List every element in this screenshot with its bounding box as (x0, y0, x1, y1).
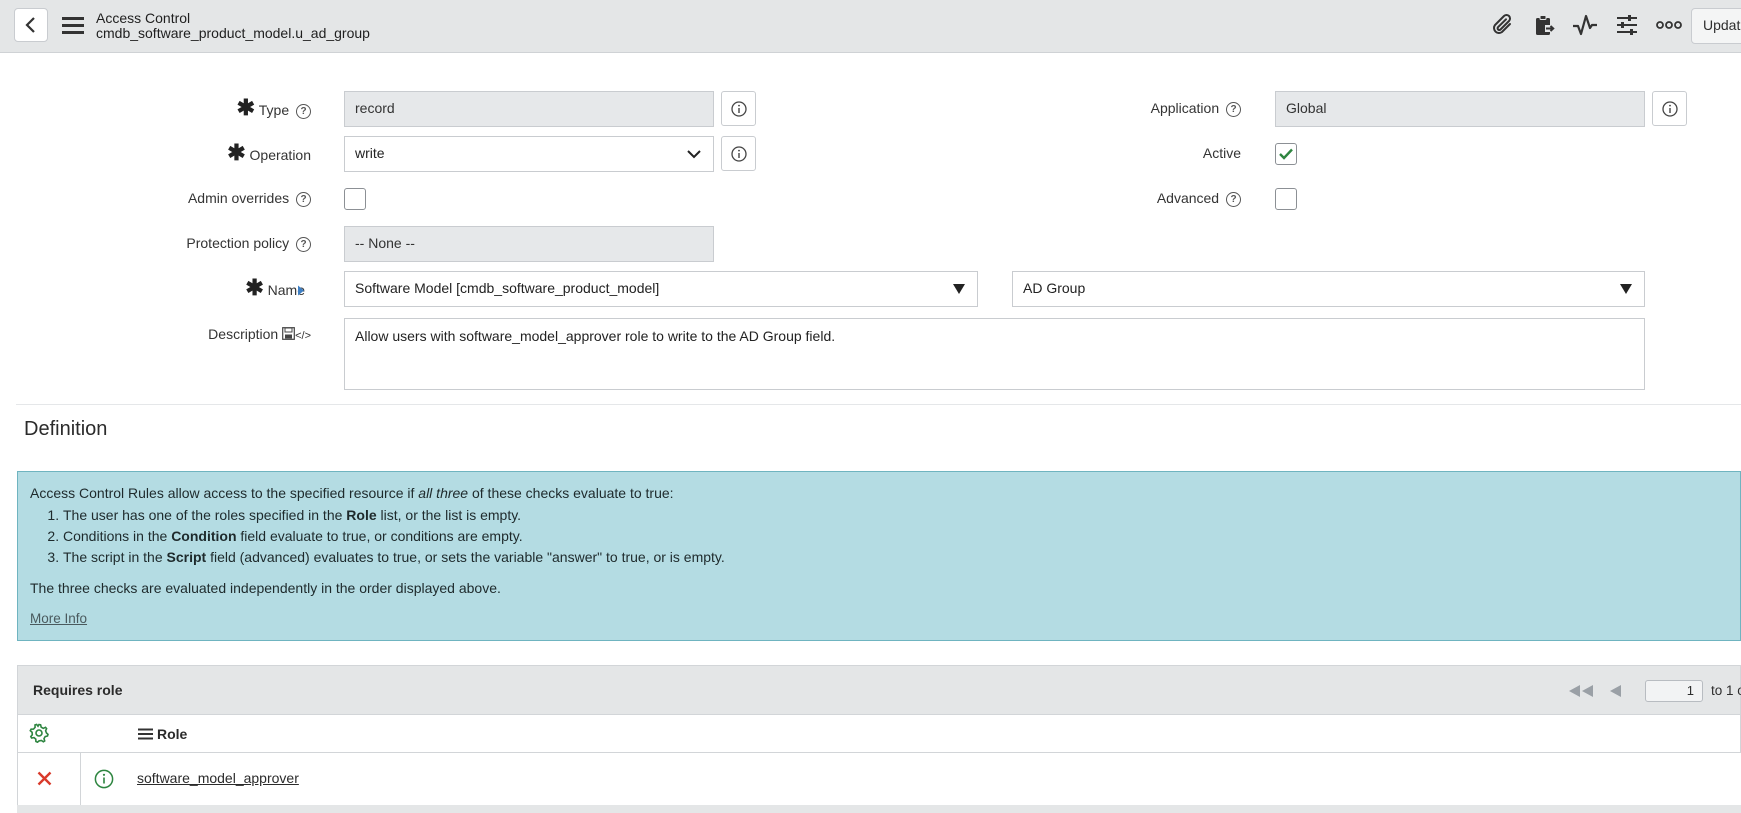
type-label: ✱ Type ? (200, 97, 311, 119)
context-menu-icon[interactable] (60, 14, 86, 36)
description-textarea[interactable]: Allow users with software_model_approver… (344, 318, 1645, 390)
checkmark-icon (1279, 148, 1293, 160)
paperclip-icon[interactable] (1490, 12, 1516, 38)
info-icon[interactable] (94, 769, 114, 789)
table-row: software_model_approver (17, 753, 1741, 805)
delete-icon[interactable] (37, 771, 52, 786)
role-column-header[interactable]: Role (157, 726, 187, 742)
advanced-checkbox[interactable] (1275, 188, 1297, 210)
record-name-title: cmdb_software_product_model.u_ad_group (96, 25, 370, 41)
chevron-down-icon (687, 150, 701, 159)
activity-icon[interactable] (1572, 12, 1598, 38)
type-info-button[interactable] (721, 91, 756, 126)
previous-page-icon[interactable] (1608, 684, 1622, 698)
update-button[interactable]: Updat (1691, 8, 1741, 44)
help-icon[interactable]: ? (296, 192, 311, 207)
definition-checklist: The user has one of the roles specified … (18, 505, 1740, 568)
gear-icon[interactable] (29, 723, 49, 743)
help-icon[interactable]: ? (1226, 102, 1241, 117)
back-button[interactable] (14, 8, 48, 42)
definition-intro: Access Control Rules allow access to the… (30, 485, 674, 501)
save-icon[interactable] (282, 327, 295, 340)
more-icon[interactable] (1656, 12, 1682, 38)
mandatory-icon: ✱ (245, 275, 264, 300)
related-list-title: Requires role (33, 682, 123, 698)
protection-policy-field[interactable]: -- None -- (344, 226, 714, 262)
caret-down-icon (953, 284, 965, 294)
help-icon[interactable]: ? (296, 104, 311, 119)
active-label: Active (1202, 145, 1241, 161)
definition-item: The user has one of the roles specified … (63, 505, 1740, 526)
expand-arrow-icon[interactable] (297, 285, 305, 296)
operation-info-button[interactable] (721, 136, 756, 171)
definition-note: The three checks are evaluated independe… (30, 580, 501, 596)
info-icon (730, 100, 747, 117)
code-icon[interactable]: </> (295, 330, 311, 342)
active-checkbox[interactable] (1275, 143, 1297, 165)
operation-select[interactable]: write (344, 136, 714, 172)
name-label: ✱ Name (245, 275, 305, 300)
type-field[interactable]: record (344, 91, 714, 127)
help-icon[interactable]: ? (296, 237, 311, 252)
admin-overrides-checkbox[interactable] (344, 188, 366, 210)
column-menu-icon[interactable] (138, 728, 153, 740)
protection-policy-label: Protection policy ? (150, 235, 311, 252)
description-label: Description </> (208, 326, 311, 342)
info-icon (1661, 100, 1678, 117)
sliders-icon[interactable] (1614, 12, 1640, 38)
definition-heading: Definition (24, 418, 108, 440)
help-icon[interactable]: ? (1226, 192, 1241, 207)
first-page-icon[interactable] (1567, 684, 1595, 698)
mandatory-icon: ✱ (236, 95, 256, 120)
page-range-text: to 1 o (1711, 683, 1741, 698)
row-divider (17, 805, 1741, 813)
caret-down-icon (1620, 284, 1632, 294)
role-link[interactable]: software_model_approver (137, 770, 299, 786)
form-header: Access Control cmdb_software_product_mod… (0, 0, 1741, 53)
admin-overrides-label: Admin overrides ? (150, 190, 311, 207)
name-field-select[interactable]: AD Group (1012, 271, 1645, 307)
operation-label: ✱ Operation (227, 140, 311, 165)
advanced-label: Advanced ? (1100, 190, 1241, 207)
chevron-left-icon (25, 17, 35, 33)
mandatory-icon: ✱ (227, 140, 246, 165)
row-delete-cell (18, 753, 81, 805)
application-field[interactable]: Global (1275, 91, 1645, 127)
application-info-button[interactable] (1652, 91, 1687, 126)
record-type-title: Access Control (96, 10, 191, 26)
info-icon (730, 145, 747, 162)
section-divider (16, 404, 1741, 405)
name-table-select[interactable]: Software Model [cmdb_software_product_mo… (344, 271, 978, 307)
definition-info-box: Access Control Rules allow access to the… (17, 471, 1741, 641)
related-list-header: Requires role 1 to 1 o (17, 665, 1741, 715)
definition-item: Conditions in the Condition field evalua… (63, 526, 1740, 547)
more-info-link[interactable]: More Info (30, 611, 87, 626)
page-number-input[interactable]: 1 (1645, 680, 1703, 702)
clipboard-icon[interactable] (1531, 12, 1557, 38)
application-label: Application ? (1100, 100, 1241, 117)
definition-item: The script in the Script field (advanced… (63, 547, 1740, 568)
related-list-columns: Role (17, 715, 1741, 753)
